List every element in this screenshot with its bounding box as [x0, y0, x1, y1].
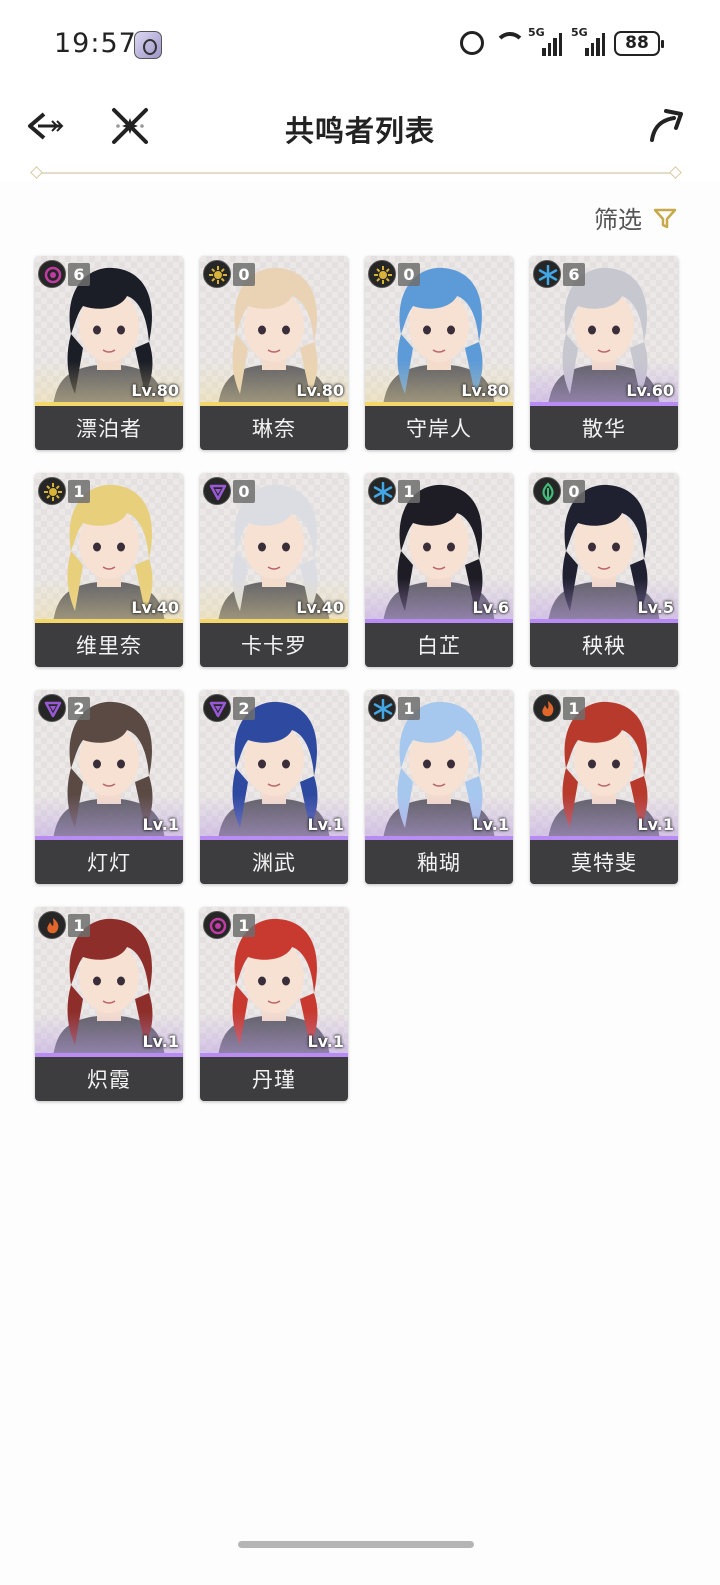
sequence-badge: 0: [233, 263, 255, 286]
level-label: Lv.6: [472, 598, 509, 617]
resonator-card[interactable]: 1 Lv.6 白芷: [365, 473, 513, 667]
sequence-badge: 1: [398, 480, 420, 503]
resonator-card[interactable]: 1 Lv.1 莫特斐: [530, 690, 678, 884]
level-label: Lv.1: [142, 815, 179, 834]
share-icon[interactable]: [646, 106, 686, 146]
level-label: Lv.1: [472, 815, 509, 834]
resonator-card[interactable]: 1 Lv.1 釉瑚: [365, 690, 513, 884]
sequence-badge: 6: [68, 263, 90, 286]
aero-icon: [533, 477, 561, 505]
level-label: Lv.1: [307, 1032, 344, 1051]
level-label: Lv.80: [461, 381, 509, 400]
network-type-label: 5G: [528, 26, 545, 39]
havoc-icon: [38, 260, 66, 288]
character-name: 琳奈: [200, 406, 348, 450]
sequence-badge: 1: [68, 914, 90, 937]
spectro-icon: [38, 477, 66, 505]
level-label: Lv.60: [626, 381, 674, 400]
status-bar: 19:57 5G 5G 88: [0, 0, 720, 90]
sequence-badge: 0: [398, 263, 420, 286]
electro-icon: [203, 694, 231, 722]
spectro-icon: [368, 260, 396, 288]
status-icons: 5G 5G 88: [460, 26, 664, 56]
glacio-icon: [368, 694, 396, 722]
level-label: Lv.40: [131, 598, 179, 617]
header-divider: [36, 172, 676, 174]
glacio-icon: [368, 477, 396, 505]
app-notification-icon: [134, 31, 162, 59]
cell-signal-icon: 5G: [528, 26, 562, 56]
filter-label: 筛选: [594, 206, 642, 234]
character-name: 散华: [530, 406, 678, 450]
resonator-card[interactable]: 0 Lv.80 守岸人: [365, 256, 513, 450]
level-label: Lv.1: [307, 815, 344, 834]
level-label: Lv.1: [142, 1032, 179, 1051]
resonator-card[interactable]: 0 Lv.80 琳奈: [200, 256, 348, 450]
electro-icon: [203, 477, 231, 505]
electro-icon: [38, 694, 66, 722]
character-name: 莫特斐: [530, 840, 678, 884]
character-name: 釉瑚: [365, 840, 513, 884]
sequence-badge: 1: [233, 914, 255, 937]
spectro-icon: [203, 260, 231, 288]
sequence-badge: 2: [233, 697, 255, 720]
resonator-card[interactable]: 6 Lv.60 散华: [530, 256, 678, 450]
character-name: 灯灯: [35, 840, 183, 884]
fusion-icon: [533, 694, 561, 722]
resonator-card[interactable]: 2 Lv.1 渊武: [200, 690, 348, 884]
sequence-badge: 1: [68, 480, 90, 503]
resonator-card[interactable]: 1 Lv.1 炽霞: [35, 907, 183, 1101]
sequence-badge: 1: [398, 697, 420, 720]
battery-indicator: 88: [614, 30, 664, 56]
wifi-icon: [493, 30, 526, 56]
home-indicator[interactable]: [238, 1541, 474, 1548]
resonator-card[interactable]: 2 Lv.1 灯灯: [35, 690, 183, 884]
resonator-card[interactable]: 0 Lv.5 秧秧: [530, 473, 678, 667]
fusion-icon: [38, 911, 66, 939]
level-label: Lv.5: [637, 598, 674, 617]
character-name: 卡卡罗: [200, 623, 348, 667]
sequence-badge: 6: [563, 263, 585, 286]
cell-signal-icon-2: 5G: [571, 26, 605, 56]
network-type-label-2: 5G: [571, 26, 588, 39]
resonator-card[interactable]: 0 Lv.40 卡卡罗: [200, 473, 348, 667]
character-name: 炽霞: [35, 1057, 183, 1101]
level-label: Lv.80: [296, 381, 344, 400]
sequence-badge: 0: [563, 480, 585, 503]
sequence-badge: 1: [563, 697, 585, 720]
status-time: 19:57: [54, 28, 137, 59]
page-title: 共鸣者列表: [284, 114, 435, 148]
character-name: 丹瑾: [200, 1057, 348, 1101]
filter-button[interactable]: 筛选: [594, 200, 678, 235]
character-name: 秧秧: [530, 623, 678, 667]
level-label: Lv.1: [637, 815, 674, 834]
sequence-badge: 2: [68, 697, 90, 720]
filter-funnel-icon: [652, 205, 678, 231]
level-label: Lv.80: [131, 381, 179, 400]
resonator-card[interactable]: 1 Lv.40 维里奈: [35, 473, 183, 667]
header: 共鸣者列表: [0, 90, 720, 182]
level-label: Lv.40: [296, 598, 344, 617]
alarm-icon: [460, 31, 484, 55]
character-name: 白芷: [365, 623, 513, 667]
resonator-card[interactable]: 6 Lv.80 漂泊者: [35, 256, 183, 450]
resonator-card[interactable]: 1 Lv.1 丹瑾: [200, 907, 348, 1101]
glacio-icon: [533, 260, 561, 288]
resonator-grid: 6 Lv.80 漂泊者 0 Lv.80 琳奈 0 Lv.80 守岸人 6 Lv.…: [35, 256, 685, 1101]
character-name: 漂泊者: [35, 406, 183, 450]
character-name: 守岸人: [365, 406, 513, 450]
character-name: 渊武: [200, 840, 348, 884]
character-name: 维里奈: [35, 623, 183, 667]
sequence-badge: 0: [233, 480, 255, 503]
havoc-icon: [203, 911, 231, 939]
